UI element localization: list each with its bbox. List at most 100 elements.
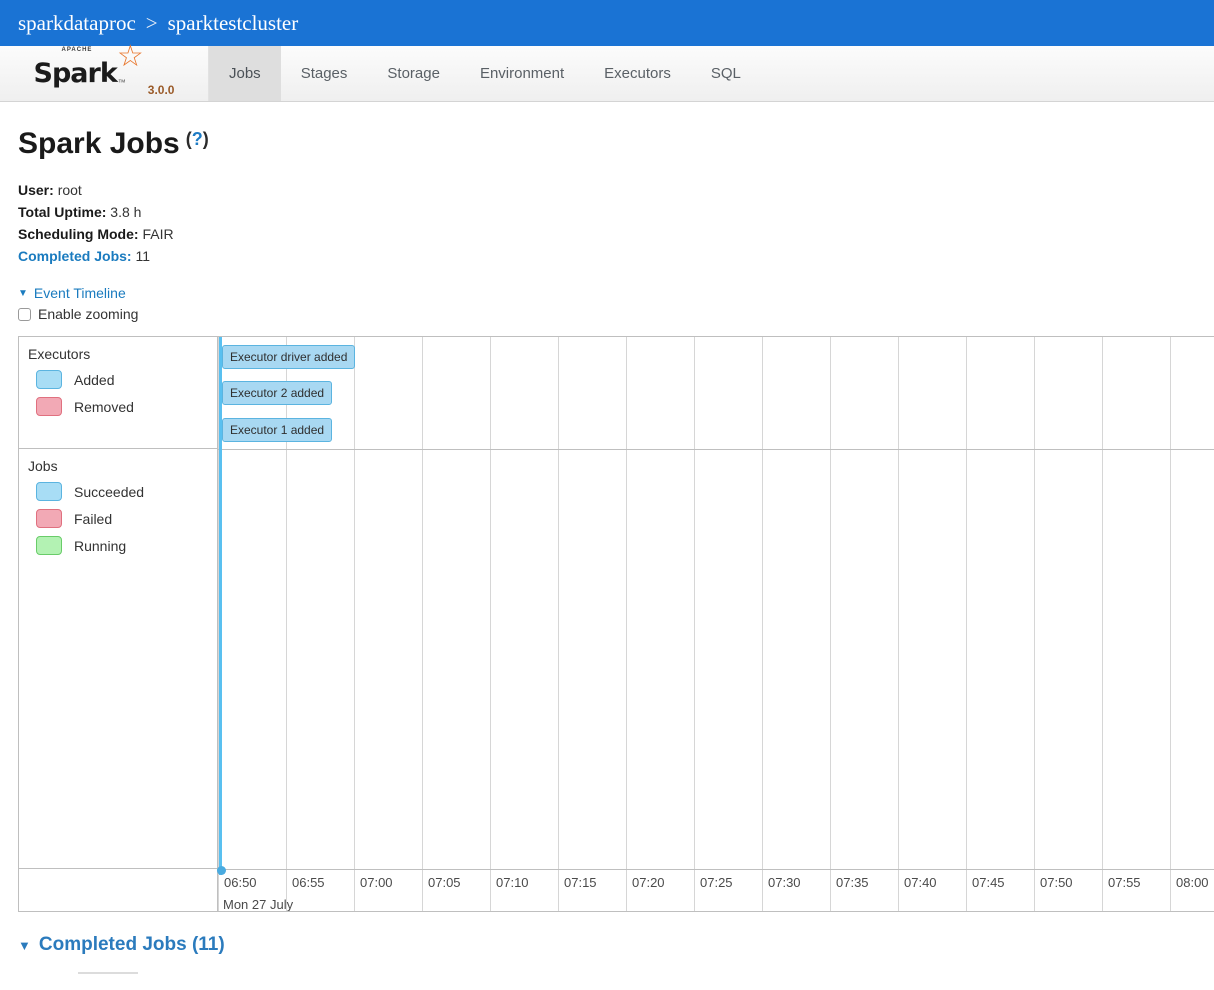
spark-logo-graphic: APACHE Spark ™ ☆	[33, 42, 144, 89]
breadcrumb-cluster[interactable]: sparktestcluster	[168, 11, 299, 36]
help-paren-close: )	[202, 129, 209, 149]
spark-logo[interactable]: APACHE Spark ™ ☆ 3.0.0	[0, 42, 209, 101]
timeline-gridline	[1034, 337, 1035, 911]
spark-version: 3.0.0	[147, 83, 175, 97]
timeline-axis-tick: 07:00	[354, 875, 393, 895]
timeline-legend-panel: Executors Added Removed Jobs Succeeded F…	[19, 337, 218, 911]
timeline-canvas[interactable]: Executor driver added Executor 2 added E…	[217, 337, 1214, 912]
timeline-gridline	[558, 337, 559, 911]
enable-zooming-row[interactable]: Enable zooming	[18, 306, 1196, 322]
completed-jobs-section: ▼ Completed Jobs (11)	[18, 934, 1196, 975]
swatch-running	[36, 536, 62, 555]
chevron-down-icon: ▼	[18, 287, 28, 299]
tab-stages[interactable]: Stages	[281, 46, 368, 101]
spark-wordmark: Spark	[33, 58, 118, 89]
swatch-removed	[36, 397, 62, 416]
timeline-axis-tick: 07:50	[1034, 875, 1073, 895]
timeline-axis-tick: 07:10	[490, 875, 529, 895]
event-timeline-chart[interactable]: Executors Added Removed Jobs Succeeded F…	[18, 336, 1214, 912]
timeline-axis-tick: 06:55	[286, 875, 325, 895]
timeline-gridlines	[218, 337, 1214, 911]
timeline-axis-tick: 07:45	[966, 875, 1005, 895]
swatch-failed	[36, 509, 62, 528]
enable-zooming-checkbox[interactable]	[18, 307, 31, 321]
legend-item-succeeded: Succeeded	[36, 482, 217, 501]
timeline-gridline	[1170, 337, 1171, 911]
timeline-axis-tick: 07:30	[762, 875, 801, 895]
event-timeline-toggle[interactable]: ▼ Event Timeline	[18, 285, 1196, 301]
page-title: Spark Jobs (?)	[18, 127, 1196, 161]
timeline-gridline	[966, 337, 967, 911]
timeline-event-driver-added[interactable]: Executor driver added	[222, 345, 356, 369]
swatch-added	[36, 370, 62, 389]
summary-row-uptime: Total Uptime: 3.8 h	[18, 201, 1196, 223]
summary-label-uptime: Total Uptime:	[18, 204, 107, 220]
timeline-axis-tick: 07:55	[1102, 875, 1141, 895]
summary-value-uptime: 3.8 h	[110, 204, 142, 220]
summary-row-scheduling-mode: Scheduling Mode: FAIR	[18, 223, 1196, 245]
timeline-event-executor-2-added[interactable]: Executor 2 added	[222, 381, 333, 405]
timeline-group-jobs: Jobs Succeeded Failed Running	[19, 449, 218, 869]
timeline-axis-tick: 07:40	[898, 875, 937, 895]
legend-item-running: Running	[36, 536, 217, 555]
completed-jobs-toggle[interactable]: ▼ Completed Jobs (11)	[18, 934, 1196, 956]
completed-jobs-heading: Completed Jobs (11)	[38, 934, 225, 955]
legend-label-added: Added	[74, 371, 115, 388]
timeline-axis-date: Mon 27 July	[223, 897, 294, 912]
timeline-group-title-jobs: Jobs	[28, 458, 58, 474]
timeline-band-separator-1	[218, 449, 1214, 450]
summary-value-user: root	[57, 182, 82, 198]
swatch-succeeded	[36, 482, 62, 501]
timeline-gridline	[1102, 337, 1103, 911]
timeline-group-executors: Executors Added Removed	[19, 337, 218, 449]
tab-storage[interactable]: Storage	[367, 46, 460, 101]
timeline-gridline	[762, 337, 763, 911]
summary-label-scheduling-mode: Scheduling Mode:	[18, 226, 139, 242]
help-link[interactable]: (?)	[186, 129, 209, 150]
legend-label-failed: Failed	[74, 510, 113, 527]
timeline-axis-tick: 07:15	[558, 875, 597, 895]
event-timeline-toggle-label: Event Timeline	[33, 285, 126, 301]
timeline-gridline	[694, 337, 695, 911]
summary-value-scheduling-mode: FAIR	[142, 226, 174, 242]
timeline-axis-tick: 07:25	[694, 875, 733, 895]
trademark-symbol: ™	[117, 78, 126, 87]
tab-sql[interactable]: SQL	[691, 46, 761, 101]
tab-jobs[interactable]: Jobs	[209, 46, 281, 101]
legend-label-succeeded: Succeeded	[74, 483, 145, 500]
star-icon: ☆	[116, 40, 144, 73]
timeline-gridline	[898, 337, 899, 911]
legend-label-running: Running	[74, 537, 127, 554]
timeline-event-marker-line	[219, 337, 222, 875]
apache-label: APACHE	[61, 47, 93, 53]
main-navbar: APACHE Spark ™ ☆ 3.0.0 Jobs Stages Stora…	[0, 42, 1214, 102]
timeline-axis-tick: 08:00	[1170, 875, 1209, 895]
timeline-gridline	[830, 337, 831, 911]
timeline-gridline	[490, 337, 491, 911]
tab-environment[interactable]: Environment	[460, 46, 584, 101]
summary-label-completed-jobs[interactable]: Completed Jobs:	[18, 248, 132, 264]
legend-item-added: Added	[36, 370, 217, 389]
summary-list: User: root Total Uptime: 3.8 h Schedulin…	[18, 179, 1196, 267]
help-question-icon[interactable]: ?	[192, 129, 203, 149]
timeline-band-separator-2	[218, 869, 1214, 870]
timeline-axis-tick: 07:35	[830, 875, 869, 895]
timeline-event-executor-1-added[interactable]: Executor 1 added	[222, 418, 333, 442]
timeline-group-title-executors: Executors	[28, 346, 91, 362]
timeline-gridline	[626, 337, 627, 911]
enable-zooming-label: Enable zooming	[38, 306, 139, 322]
timeline-gridline	[422, 337, 423, 911]
timeline-gridline	[354, 337, 355, 911]
chevron-down-icon-completed: ▼	[18, 937, 31, 953]
timeline-axis-tick: 07:20	[626, 875, 665, 895]
tab-executors[interactable]: Executors	[584, 46, 691, 101]
summary-row-completed-jobs: Completed Jobs: 11	[18, 245, 1196, 267]
breadcrumb-separator: >	[145, 10, 158, 35]
legend-item-failed: Failed	[36, 509, 217, 528]
breadcrumb-project[interactable]: sparkdataproc	[18, 11, 136, 36]
legend-item-removed: Removed	[36, 397, 217, 416]
breadcrumb: sparkdataproc > sparktestcluster	[0, 0, 1214, 46]
summary-label-user: User:	[18, 182, 54, 198]
completed-jobs-table-peek	[78, 972, 138, 975]
timeline-event-marker-dot	[217, 866, 226, 875]
